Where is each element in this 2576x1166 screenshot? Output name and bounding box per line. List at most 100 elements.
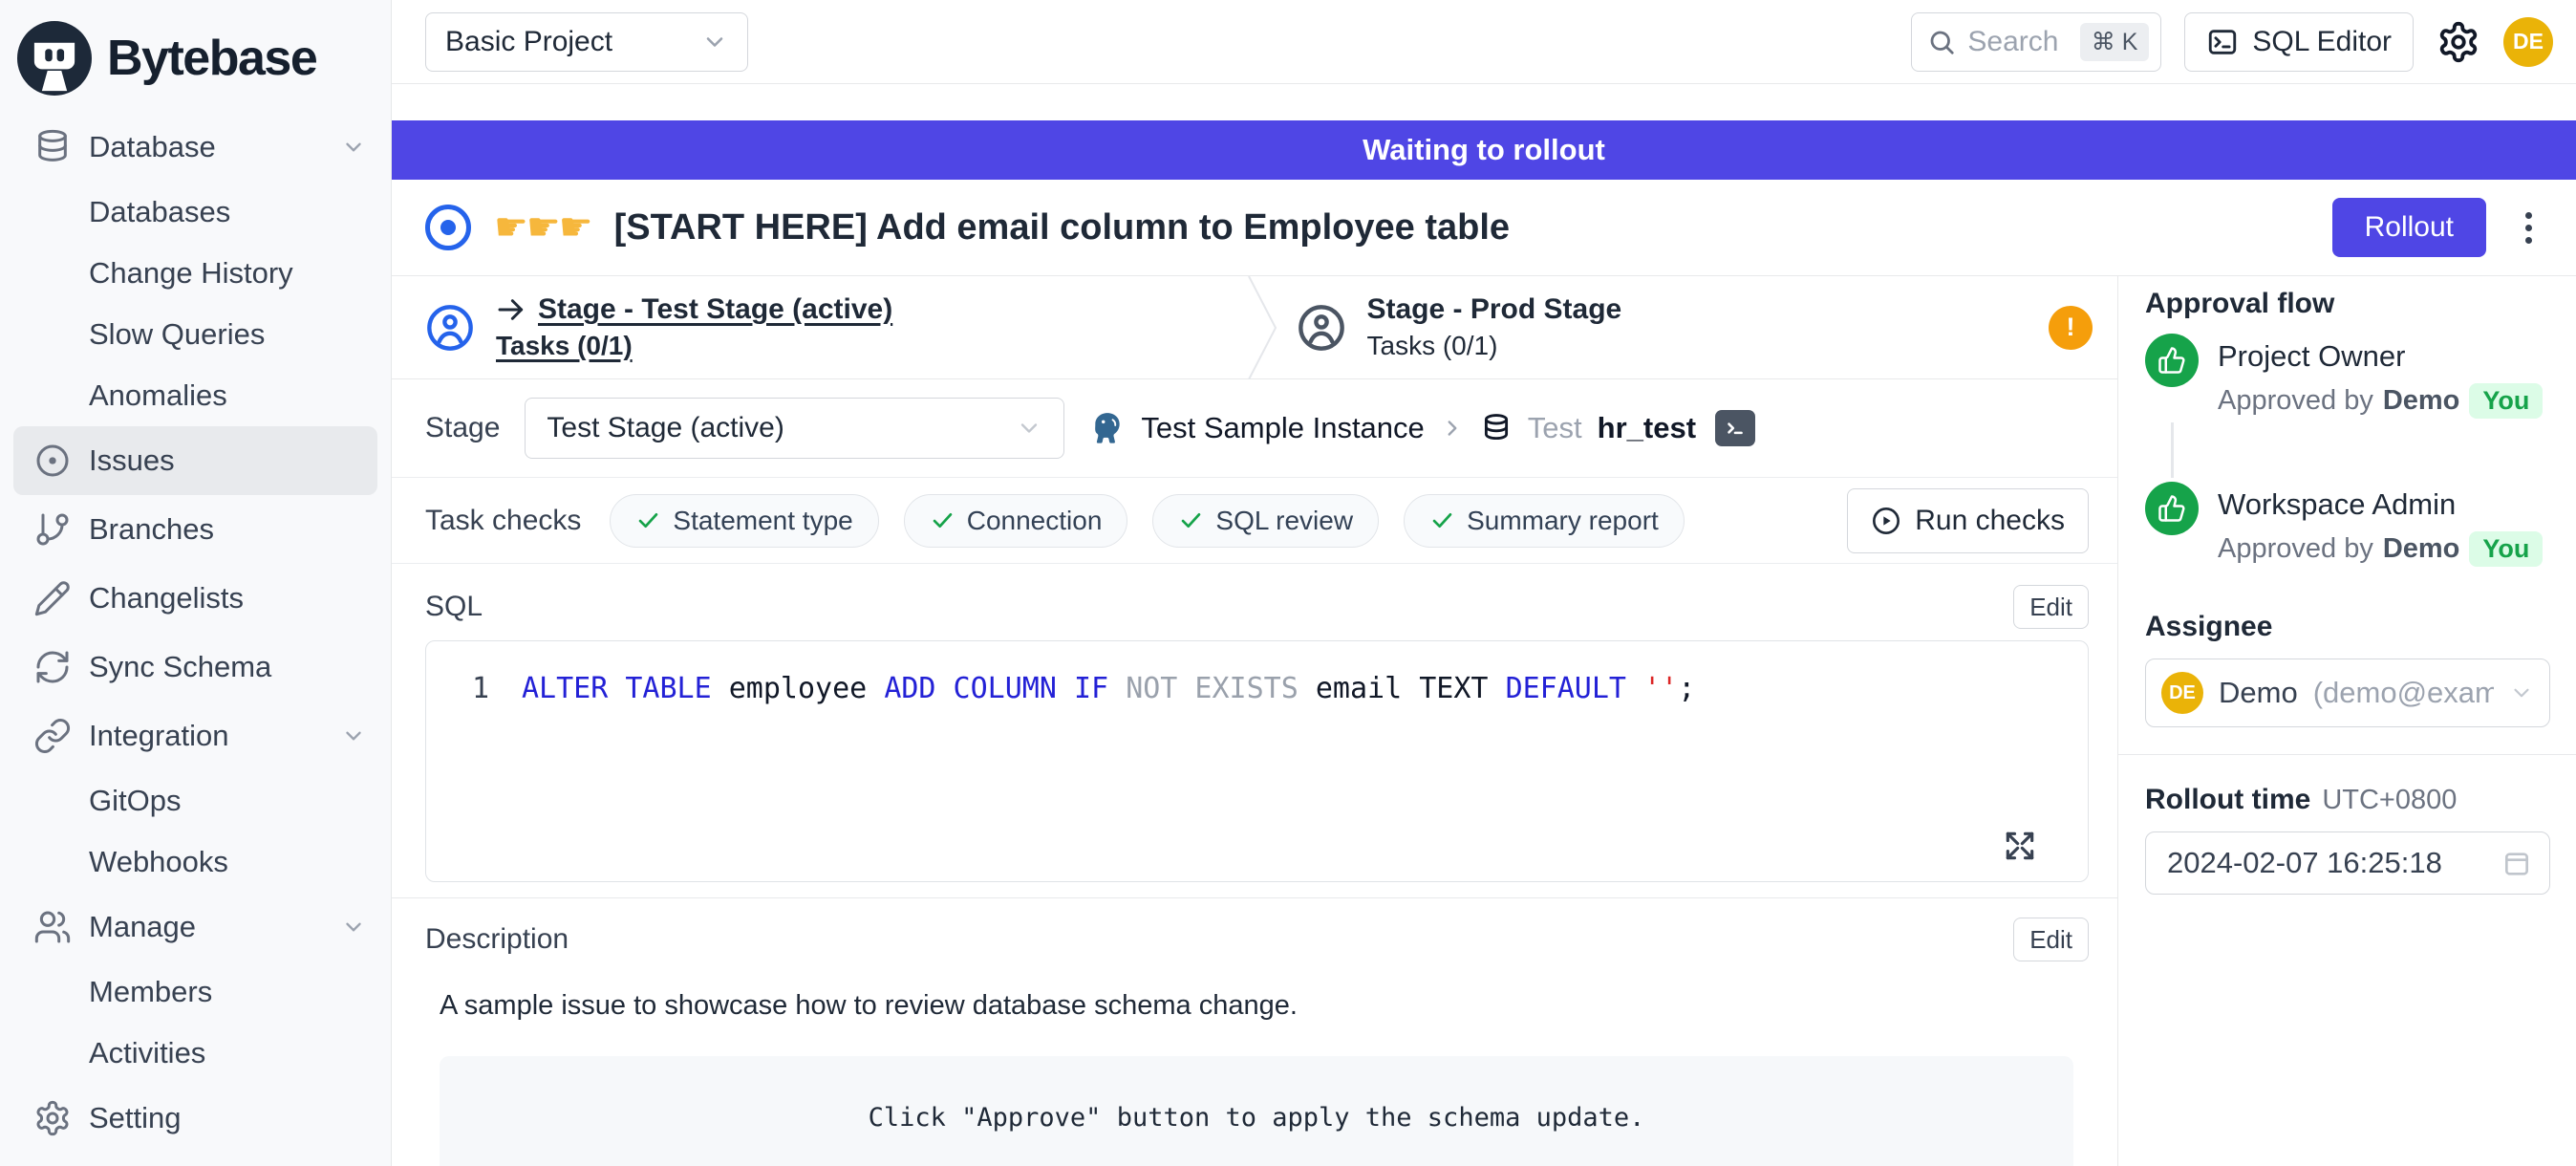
you-badge: You (2469, 383, 2543, 419)
description-section: Description Edit A sample issue to showc… (392, 898, 2117, 1166)
approved-thumbs-up-icon (2145, 334, 2199, 387)
sidebar-item-changelists[interactable]: Changelists (0, 564, 391, 633)
database-link[interactable]: hr_test (1598, 411, 1696, 445)
user-avatar[interactable]: DE (2503, 17, 2553, 67)
attention-badge: ! (2049, 306, 2093, 350)
stage-card-prod[interactable]: Stage - Prod Stage Tasks (0/1) ! (1277, 276, 2118, 378)
sidebar-item-setting[interactable]: Setting (0, 1084, 391, 1153)
pipeline-stage-band: Stage - Test Stage (active) Tasks (0/1) … (392, 276, 2117, 379)
current-stage-arrow-icon (496, 294, 526, 325)
check-icon (1178, 507, 1204, 533)
assignee-name: Demo (2219, 676, 2298, 710)
sql-heading: SQL (425, 591, 483, 623)
sidebar-item-branches[interactable]: Branches (0, 495, 391, 564)
assignee-avatar: DE (2161, 672, 2203, 714)
sync-refresh-icon (33, 648, 72, 686)
sidebar-item-anomalies[interactable]: Anomalies (0, 365, 391, 426)
run-checks-button[interactable]: Run checks (1847, 488, 2089, 553)
chevron-down-icon (2509, 680, 2534, 705)
assignee-heading: Assignee (2145, 611, 2549, 643)
sidebar-item-activities[interactable]: Activities (0, 1023, 391, 1084)
sidebar-item-members[interactable]: Members (0, 961, 391, 1023)
database-icon (33, 128, 72, 166)
you-badge: You (2469, 531, 2543, 567)
check-icon (1429, 507, 1455, 533)
stage-name: Stage - Prod Stage (1367, 293, 1622, 326)
database-breadcrumb: Test Sample Instance Test hr_test (1089, 410, 1755, 446)
approval-step: Workspace Admin Approved by Demo You (2145, 482, 2549, 567)
issue-circle-dot-icon (33, 442, 72, 480)
link-icon (33, 717, 72, 755)
stage-select-label: Stage (425, 412, 500, 444)
check-pill-sql-review[interactable]: SQL review (1152, 494, 1379, 548)
instance-link[interactable]: Test Sample Instance (1141, 411, 1424, 445)
gear-icon (33, 1099, 72, 1137)
terminal-icon (2206, 26, 2239, 58)
assignee-person-icon (425, 303, 475, 353)
sidebar-item-database[interactable]: Database (0, 113, 391, 182)
pointing-hands-emoji: ☛☛☛ (494, 208, 591, 247)
sidebar-item-sync-schema[interactable]: Sync Schema (0, 633, 391, 702)
calendar-icon[interactable] (2501, 848, 2532, 878)
approved-thumbs-up-icon (2145, 482, 2199, 535)
sql-editor-button[interactable]: SQL Editor (2184, 12, 2414, 72)
bytebase-logo[interactable]: Bytebase (0, 0, 391, 113)
sql-edit-button[interactable]: Edit (2013, 585, 2089, 629)
rollout-time-input[interactable]: 2024-02-07 16:25:18 (2145, 831, 2550, 895)
stage-select-row: Stage Test Stage (active) Test Sample In… (392, 379, 2117, 478)
stage-tasks-count: Tasks (0/1) (496, 331, 892, 361)
sidebar-item-webhooks[interactable]: Webhooks (0, 831, 391, 893)
chevron-down-icon (341, 135, 366, 160)
chevron-down-icon (341, 723, 366, 748)
description-code-note: Click "Approve" button to apply the sche… (440, 1056, 2073, 1166)
issue-open-icon (425, 205, 471, 250)
check-pill-summary-report[interactable]: Summary report (1404, 494, 1685, 548)
top-bar: Basic Project Search ⌘ K SQL Editor (392, 0, 2576, 84)
bytebase-wordmark: Bytebase (107, 30, 316, 87)
description-body: A sample issue to showcase how to review… (425, 990, 2089, 1022)
project-selector[interactable]: Basic Project (425, 12, 748, 72)
sql-section: SQL Edit 1 ALTER TABLE employee ADD COLU… (392, 564, 2117, 882)
stage-name: Stage - Test Stage (active) (538, 293, 892, 326)
sidebar-item-slow-queries[interactable]: Slow Queries (0, 304, 391, 365)
settings-gear-icon[interactable] (2436, 20, 2480, 64)
sidebar: Bytebase Database Databases Change Histo… (0, 0, 392, 1166)
play-circle-icon (1871, 506, 1901, 536)
main-area: Basic Project Search ⌘ K SQL Editor (392, 0, 2576, 1166)
approval-connector-line (2171, 422, 2174, 478)
kebab-menu-icon[interactable] (2509, 206, 2547, 249)
pencil-icon (33, 579, 72, 617)
sql-editor[interactable]: 1 ALTER TABLE employee ADD COLUMN IF NOT… (425, 640, 2089, 882)
approver-name: Demo (2383, 385, 2460, 417)
issue-title-row: ☛☛☛ [START HERE] Add email column to Emp… (392, 180, 2576, 276)
check-icon (930, 507, 955, 533)
expand-fullscreen-icon[interactable] (2002, 828, 2038, 864)
sidebar-item-gitops[interactable]: GitOps (0, 770, 391, 831)
chevron-down-icon (1016, 415, 1042, 442)
sql-code-line: ALTER TABLE employee ADD COLUMN IF NOT E… (522, 670, 1695, 708)
assignee-select[interactable]: DE Demo (demo@example (2145, 659, 2550, 727)
stage-card-test[interactable]: Stage - Test Stage (active) Tasks (0/1) (392, 276, 1247, 378)
check-pill-connection[interactable]: Connection (904, 494, 1128, 548)
approval-step: Project Owner Approved by Demo You (2145, 334, 2549, 419)
approval-role: Workspace Admin (2218, 482, 2543, 522)
approver-name: Demo (2383, 533, 2460, 565)
postgresql-icon (1089, 410, 1126, 446)
description-edit-button[interactable]: Edit (2013, 918, 2089, 961)
search-placeholder: Search (1967, 26, 2068, 58)
open-sql-editor-icon[interactable] (1715, 410, 1755, 446)
environment-label: Test (1528, 411, 1582, 445)
assignee-person-icon (1297, 303, 1346, 353)
check-pill-statement-type[interactable]: Statement type (610, 494, 878, 548)
rollout-time-value: 2024-02-07 16:25:18 (2167, 846, 2442, 880)
stage-select-dropdown[interactable]: Test Stage (active) (525, 398, 1064, 459)
issue-detail-column: Stage - Test Stage (active) Tasks (0/1) … (392, 276, 2117, 1166)
sidebar-item-change-history[interactable]: Change History (0, 243, 391, 304)
sidebar-item-integration[interactable]: Integration (0, 702, 391, 770)
sidebar-item-databases[interactable]: Databases (0, 182, 391, 243)
rollout-button[interactable]: Rollout (2332, 198, 2486, 257)
sidebar-item-manage[interactable]: Manage (0, 893, 391, 961)
search-input[interactable]: Search ⌘ K (1911, 12, 2161, 72)
sidebar-item-issues[interactable]: Issues (13, 426, 377, 495)
chevron-down-icon (341, 915, 366, 939)
